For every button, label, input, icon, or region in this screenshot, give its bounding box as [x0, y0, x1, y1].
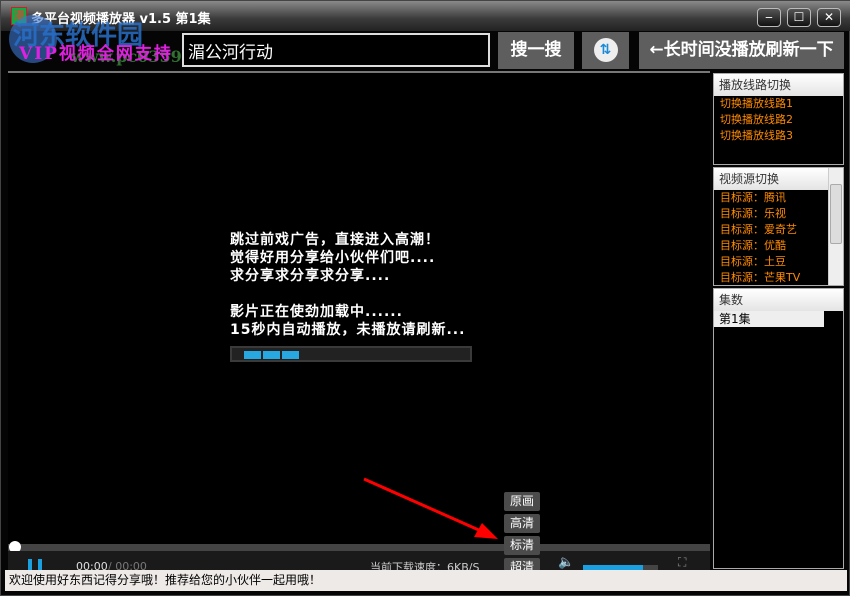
red-arrow [363, 477, 498, 539]
app-window: 漫 多平台视频播放器 v1.5 第1集 ‒ ☐ ✕ 河东软件园 www.pc03… [0, 0, 850, 596]
quality-hd[interactable]: 高清 [504, 514, 540, 533]
volume-icon[interactable]: 🔈 [558, 555, 574, 570]
refresh-icon: ⇅ [593, 38, 618, 62]
source-item[interactable]: 目标源：乐视 [714, 206, 843, 222]
search-button[interactable]: 搜一搜 [498, 32, 574, 69]
status-bar: 欢迎使用好东西记得分享哦！推荐给您的小伙伴一起用哦！ [5, 570, 847, 591]
vip-label: VIP视频全网支持 [19, 44, 173, 64]
episode-panel: 集数 第1集 [713, 288, 844, 569]
scroll-thumb[interactable] [830, 184, 842, 244]
route-panel-title: 播放线路切换 [714, 74, 843, 96]
quality-sd[interactable]: 标清 [504, 536, 540, 555]
episode-item[interactable]: 第1集 [714, 311, 824, 327]
seek-bar[interactable] [8, 541, 710, 553]
refresh-hint-button[interactable]: ←长时间没播放刷新一下 [639, 32, 844, 69]
minimize-button[interactable]: ‒ [757, 8, 781, 27]
route-panel: 播放线路切换 切换播放线路1 切换播放线路2 切换播放线路3 [713, 73, 844, 165]
episode-panel-title: 集数 [714, 289, 843, 311]
source-panel-title: 视频源切换 [714, 168, 828, 190]
route-item[interactable]: 切换播放线路1 [714, 96, 843, 112]
source-item[interactable]: 目标源：芒果TV [714, 270, 843, 285]
route-item[interactable]: 切换播放线路2 [714, 112, 843, 128]
control-bar: 00:00 / 00:00 当前下载速度：6KB/S 🔈 ⛶ [8, 551, 710, 574]
route-item[interactable]: 切换播放线路3 [714, 128, 843, 144]
maximize-button[interactable]: ☐ [787, 8, 811, 27]
quality-original[interactable]: 原画 [504, 492, 540, 511]
video-area[interactable]: 跳过前戏广告，直接进入高潮！ 觉得好用分享给小伙伴们吧.... 求分享求分享求分… [8, 71, 710, 574]
source-item[interactable]: 目标源：腾讯 [714, 190, 843, 206]
search-input[interactable] [182, 33, 490, 67]
source-item[interactable]: 目标源：土豆 [714, 254, 843, 270]
fullscreen-icon[interactable]: ⛶ [678, 555, 686, 570]
source-item[interactable]: 目标源：优酷 [714, 238, 843, 254]
source-panel: 视频源切换 目标源：腾讯 目标源：乐视 目标源：爱奇艺 目标源：优酷 目标源：土… [713, 167, 844, 286]
refresh-button[interactable]: ⇅ [582, 32, 629, 69]
close-button[interactable]: ✕ [817, 8, 841, 27]
source-scrollbar[interactable] [828, 168, 843, 285]
source-item[interactable]: 目标源：爱奇艺 [714, 222, 843, 238]
